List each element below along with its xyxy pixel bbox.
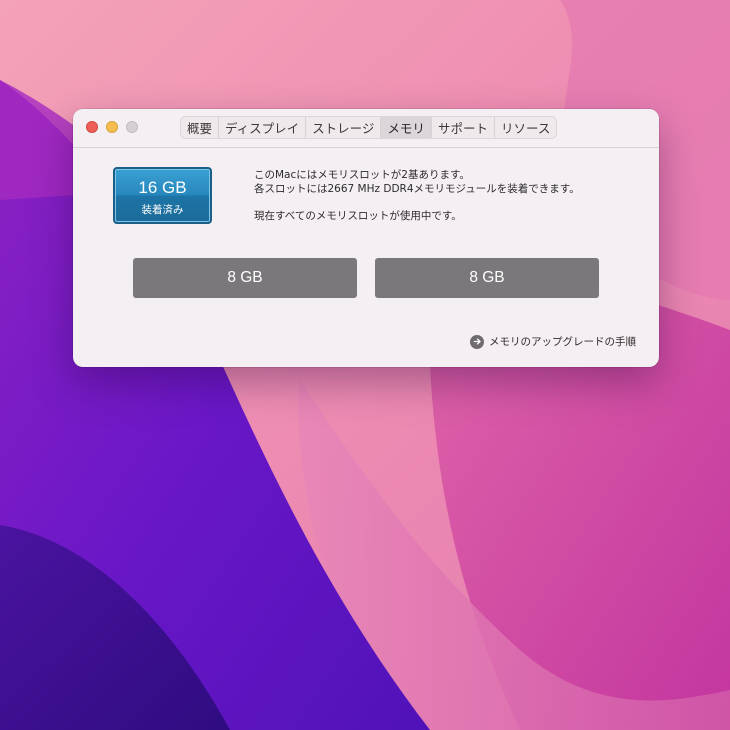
tab-bar: 概要 ディスプレイ ストレージ メモリ サポート リソース	[180, 116, 558, 139]
memory-total-badge: 16 GB 装着済み	[113, 167, 212, 224]
memory-upgrade-link-label: メモリのアップグレードの手順	[489, 336, 636, 348]
arrow-right-circle-icon	[470, 334, 484, 349]
minimize-window-button[interactable]	[106, 121, 118, 133]
memory-info-text: このMacにはメモリスロットが2基あります。 各スロットには2667 MHz D…	[254, 168, 580, 223]
tab-overview[interactable]: 概要	[181, 117, 218, 138]
tab-storage[interactable]: ストレージ	[305, 117, 380, 138]
zoom-window-button[interactable]	[126, 121, 138, 133]
memory-slot-usage-text: 現在すべてのメモリスロットが使用中です。	[254, 210, 462, 222]
window-titlebar: 概要 ディスプレイ ストレージ メモリ サポート リソース	[73, 109, 659, 148]
memory-slot-2: 8 GB	[375, 258, 599, 298]
tab-memory[interactable]: メモリ	[380, 117, 431, 138]
tab-resources[interactable]: リソース	[493, 117, 556, 138]
memory-module-spec-text: 各スロットには2667 MHz DDR4メモリモジュールを装着できます。	[254, 183, 580, 195]
memory-total-label: 16 GB	[138, 178, 187, 197]
desktop: 概要 ディスプレイ ストレージ メモリ サポート リソース 16 GB 装着済み…	[0, 0, 730, 730]
tab-displays[interactable]: ディスプレイ	[218, 117, 305, 138]
memory-upgrade-link[interactable]: メモリのアップグレードの手順	[470, 334, 636, 349]
memory-slot-1: 8 GB	[133, 258, 357, 298]
tab-support[interactable]: サポート	[430, 117, 494, 138]
memory-slot-count-text: このMacにはメモリスロットが2基あります。	[254, 169, 470, 181]
about-this-mac-window: 概要 ディスプレイ ストレージ メモリ サポート リソース 16 GB 装着済み…	[73, 109, 659, 367]
close-window-button[interactable]	[86, 121, 98, 133]
memory-status-label: 装着済み	[141, 204, 184, 216]
